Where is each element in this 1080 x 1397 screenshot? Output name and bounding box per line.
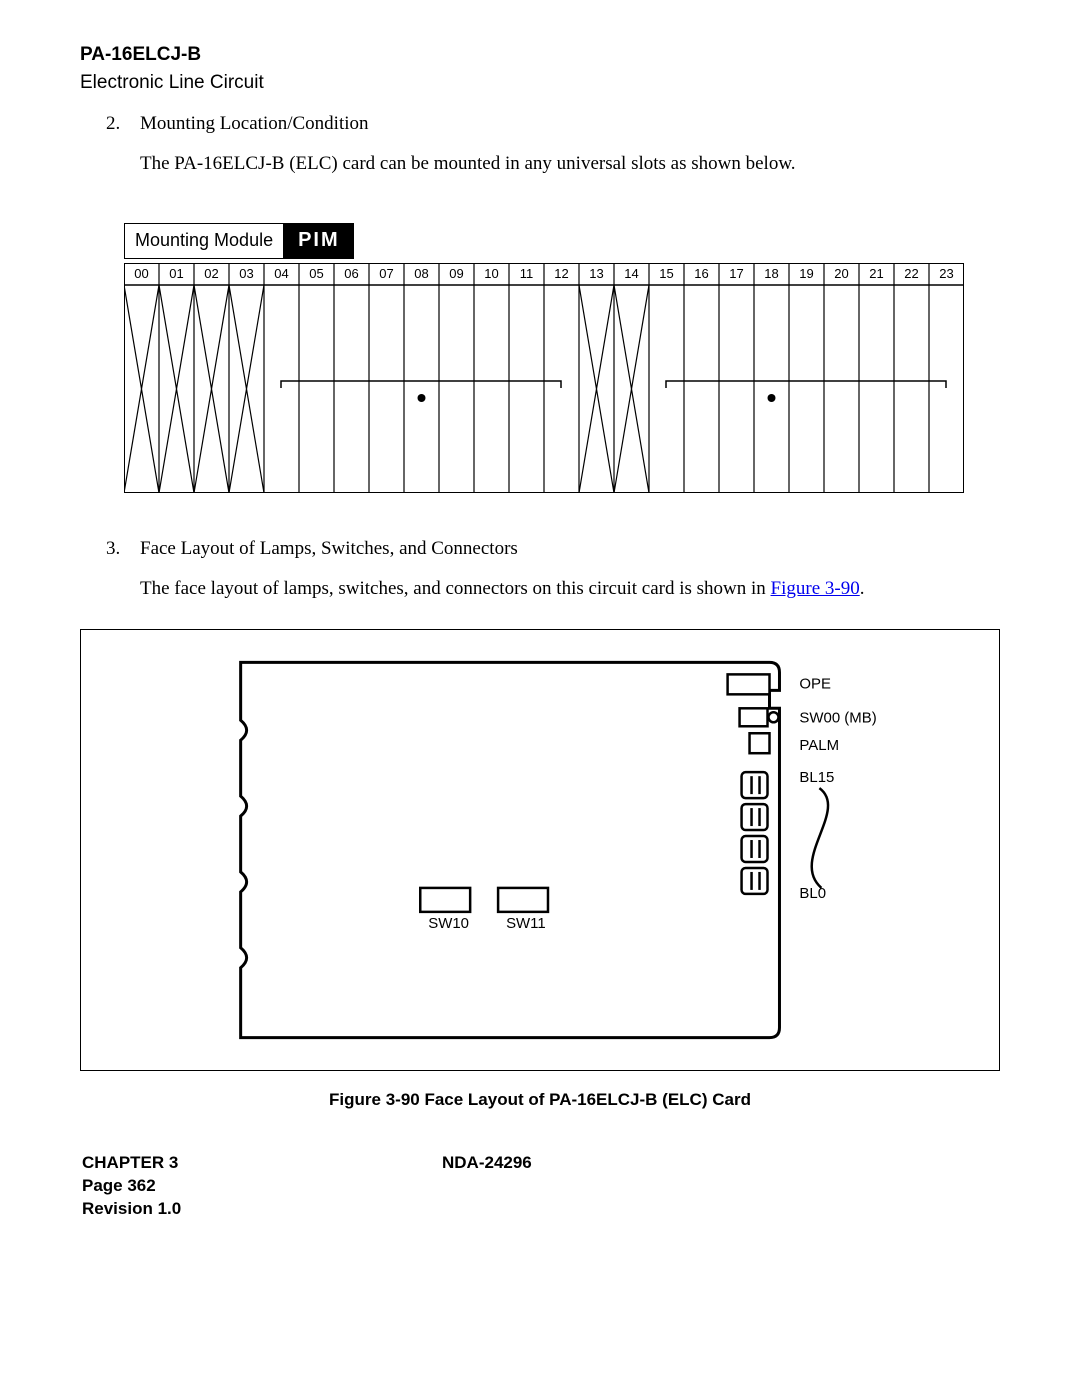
section-2-number: 2. — [80, 111, 140, 137]
header-code: PA-16ELCJ-B — [80, 42, 1000, 68]
slot-08: 08 — [414, 266, 428, 281]
slot-16: 16 — [694, 266, 708, 281]
header-subtitle: Electronic Line Circuit — [80, 70, 1000, 96]
slot-00: 00 — [134, 266, 148, 281]
ope-label: OPE — [799, 676, 831, 693]
slot-22: 22 — [904, 266, 918, 281]
slot-01: 01 — [169, 266, 183, 281]
sw00-switch — [740, 709, 768, 727]
bl-range-curve — [812, 789, 828, 889]
slot-02: 02 — [204, 266, 218, 281]
sw10-switch — [420, 888, 470, 912]
footer-doc: NDA-24296 — [442, 1152, 532, 1221]
section-3-number: 3. — [80, 536, 140, 562]
figure-caption: Figure 3-90 Face Layout of PA-16ELCJ-B (… — [80, 1089, 1000, 1112]
footer-page: Page 362 — [82, 1175, 442, 1198]
slot-07: 07 — [379, 266, 393, 281]
slot-dot-18 — [768, 394, 776, 402]
section-2-heading: 2. Mounting Location/Condition — [80, 111, 1000, 137]
section-2-body: The PA-16ELCJ-B (ELC) card can be mounte… — [140, 151, 990, 177]
slot-12: 12 — [554, 266, 568, 281]
slot-21: 21 — [869, 266, 883, 281]
section-3-title: Face Layout of Lamps, Switches, and Conn… — [140, 536, 1000, 562]
section-3-body-b: . — [860, 578, 865, 599]
palm-label: PALM — [799, 738, 839, 755]
sw00-label: SW00 (MB) — [799, 710, 876, 727]
sw11-switch — [498, 888, 548, 912]
slot-11: 11 — [520, 266, 534, 281]
slot-dot-08 — [418, 394, 426, 402]
slot-03: 03 — [239, 266, 253, 281]
slot-14: 14 — [624, 266, 638, 281]
card-figure: OPE SW00 (MB) PALM BL15 BL0 SW10 SW11 — [80, 629, 1000, 1071]
footer-rev: Revision 1.0 — [82, 1198, 442, 1221]
slot-18: 18 — [764, 266, 778, 281]
slot-17: 17 — [729, 266, 743, 281]
slot-23: 23 — [939, 266, 953, 281]
page-footer: CHAPTER 3 Page 362 Revision 1.0 NDA-2429… — [82, 1152, 1000, 1221]
pim-label: PIM — [284, 223, 354, 259]
mounting-module-label: Mounting Module — [124, 223, 284, 259]
section-3-heading: 3. Face Layout of Lamps, Switches, and C… — [80, 536, 1000, 562]
footer-chapter: CHAPTER 3 — [82, 1152, 442, 1175]
slot-06: 06 — [344, 266, 358, 281]
slot-15: 15 — [659, 266, 673, 281]
slot-05: 05 — [309, 266, 323, 281]
slot-13: 13 — [589, 266, 603, 281]
mounting-module-row: Mounting Module PIM — [124, 223, 1000, 259]
sw10-label: SW10 — [428, 915, 469, 932]
bl15-label: BL15 — [799, 770, 834, 787]
section-3-body-a: The face layout of lamps, switches, and … — [140, 578, 771, 599]
section-2-title: Mounting Location/Condition — [140, 111, 1000, 137]
slot-diagram: 00 01 02 03 04 05 06 07 08 09 10 11 12 1… — [124, 263, 1000, 501]
slot-20: 20 — [834, 266, 848, 281]
slot-09: 09 — [449, 266, 463, 281]
sw11-label: SW11 — [506, 915, 546, 932]
figure-link[interactable]: Figure 3-90 — [771, 578, 860, 599]
palm-lamp — [750, 734, 770, 754]
slot-19: 19 — [799, 266, 813, 281]
section-3-body: The face layout of lamps, switches, and … — [140, 576, 990, 602]
ope-lamp — [728, 675, 770, 695]
slot-04: 04 — [274, 266, 288, 281]
bl0-label: BL0 — [799, 885, 826, 902]
slot-10: 10 — [484, 266, 498, 281]
